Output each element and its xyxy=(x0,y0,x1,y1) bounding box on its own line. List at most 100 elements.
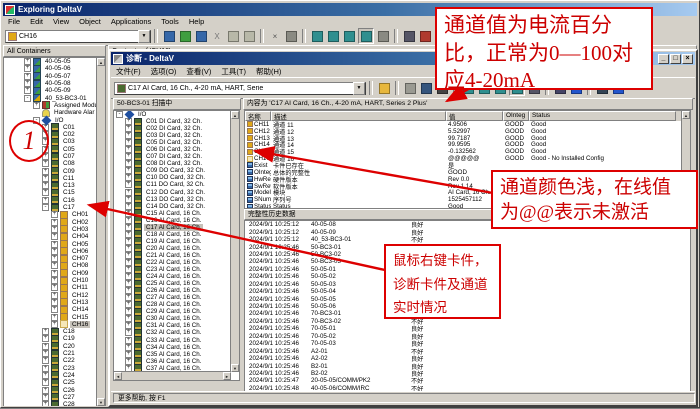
scroll-right-icon[interactable]: ► xyxy=(223,372,231,380)
expand-toggle[interactable]: + xyxy=(125,132,132,139)
expand-toggle[interactable]: + xyxy=(125,245,132,252)
column-header-0[interactable]: 名称 xyxy=(245,111,271,121)
expand-toggle[interactable]: + xyxy=(125,174,132,181)
print-icon[interactable] xyxy=(403,81,417,95)
toolbox-icon[interactable] xyxy=(418,29,432,43)
save-icon[interactable] xyxy=(419,81,433,95)
tree-item-C09[interactable]: +C09 DO Card, 32 Ch. xyxy=(114,167,231,174)
expand-toggle[interactable]: + xyxy=(51,241,58,248)
tree-item-Assigned[interactable]: +Assigned Modu xyxy=(4,102,97,109)
tree-item-CH10[interactable]: +CH10 xyxy=(4,277,97,284)
expand-toggle[interactable]: + xyxy=(51,292,58,299)
tree-item-C32[interactable]: +C32 AI Card, 16 Ch. xyxy=(114,329,231,336)
card-tree-hscrollbar[interactable]: ◄ ► xyxy=(114,371,231,380)
tree-item-C08[interactable]: +C08 DI Card, 32 Ch. xyxy=(114,160,231,167)
tree-item-C34[interactable]: +C34 AI Card, 16 Ch. xyxy=(114,344,231,351)
tree-item-Hardware[interactable]: Hardware Alar xyxy=(4,109,97,116)
expand-toggle[interactable]: + xyxy=(125,301,132,308)
expand-toggle[interactable]: - xyxy=(24,95,31,102)
tree-item-C06[interactable]: +C06 DI Card, 32 Ch. xyxy=(114,146,231,153)
expand-toggle[interactable]: + xyxy=(42,357,49,364)
tree-item-CH01[interactable]: +CH01 xyxy=(4,211,97,218)
menu-item[interactable]: File xyxy=(3,17,25,26)
copy-icon[interactable] xyxy=(226,29,240,43)
expand-toggle[interactable]: + xyxy=(125,294,132,301)
tree-item-C24[interactable]: +C24 AI Card, 16 Ch. xyxy=(114,273,231,280)
expand-toggle[interactable]: + xyxy=(125,266,132,273)
tree-item-C05[interactable]: +C05 DI Card, 32 Ch. xyxy=(114,139,231,146)
expand-toggle[interactable]: - xyxy=(116,111,123,118)
expand-toggle[interactable]: + xyxy=(51,226,58,233)
expand-toggle[interactable]: + xyxy=(51,233,58,240)
address-combo[interactable]: CH16 ▼ xyxy=(5,30,151,43)
expand-toggle[interactable]: + xyxy=(24,87,31,94)
expand-toggle[interactable]: + xyxy=(125,337,132,344)
expand-toggle[interactable]: + xyxy=(125,196,132,203)
tree-item-C26[interactable]: +C26 AI Card, 16 Ch. xyxy=(114,287,231,294)
expand-toggle[interactable]: + xyxy=(42,328,49,335)
scroll-up-icon[interactable]: ▲ xyxy=(231,111,239,119)
scroll-down-icon[interactable]: ▼ xyxy=(97,398,105,406)
tree-item-C03[interactable]: +C03 DI Card, 32 Ch. xyxy=(114,132,231,139)
expand-toggle[interactable]: + xyxy=(51,248,58,255)
tree-item-C23[interactable]: +C23 AI Card, 16 Ch. xyxy=(114,266,231,273)
menu-item[interactable]: 工具(T) xyxy=(216,66,251,77)
expand-toggle[interactable]: + xyxy=(125,315,132,322)
tree-item-C28[interactable]: +C28 AI Card, 16 Ch. xyxy=(114,301,231,308)
tree-item-C22[interactable]: +C22 AI Card, 16 Ch. xyxy=(114,259,231,266)
menu-item[interactable]: View xyxy=(48,17,74,26)
users-icon[interactable] xyxy=(178,29,192,43)
expand-toggle[interactable]: + xyxy=(51,277,58,284)
tree-item-C17[interactable]: +C17 AI Card, 16 Ch. xyxy=(114,224,231,231)
scroll-up-icon[interactable]: ▲ xyxy=(97,58,105,66)
tree-scrollbar[interactable]: ▲ ▼ xyxy=(96,58,105,406)
expand-toggle[interactable]: + xyxy=(125,322,132,329)
tree-item-C31[interactable]: +C31 AI Card, 16 Ch. xyxy=(114,322,231,329)
expand-toggle[interactable]: + xyxy=(125,308,132,315)
expand-toggle[interactable]: + xyxy=(42,175,49,182)
expand-toggle[interactable]: + xyxy=(125,273,132,280)
expand-toggle[interactable]: + xyxy=(51,262,58,269)
view-list-icon[interactable] xyxy=(342,29,356,43)
tree-item-C21[interactable]: +C21 AI Card, 16 Ch. xyxy=(114,252,231,259)
tree-item-C10[interactable]: +C10 DO Card, 32 Ch. xyxy=(114,174,231,181)
tree-item-C13[interactable]: +C13 DO Card, 32 Ch. xyxy=(114,196,231,203)
expand-toggle[interactable]: + xyxy=(125,358,132,365)
cut-icon[interactable]: X xyxy=(210,29,224,43)
tree-item-CH08[interactable]: +CH08 xyxy=(4,262,97,269)
tree-item-40-05-08[interactable]: +40-05-08 xyxy=(4,80,97,87)
tree-item-40-05-06[interactable]: +40-05-06 xyxy=(4,65,97,72)
tree-item-C27[interactable]: +C27 AI Card, 16 Ch. xyxy=(114,294,231,301)
view-large-icons[interactable] xyxy=(310,29,324,43)
tree-item-40_53-BC3-01[interactable]: -40_53-BC3-01 xyxy=(4,94,97,101)
tree-item-CH09[interactable]: +CH09 xyxy=(4,270,97,277)
expand-toggle[interactable]: + xyxy=(42,401,49,406)
expand-toggle[interactable]: + xyxy=(42,182,49,189)
menu-item[interactable]: Help xyxy=(184,17,209,26)
expand-toggle[interactable]: + xyxy=(51,211,58,218)
column-header-3[interactable]: OInteg xyxy=(503,111,529,121)
expand-toggle[interactable]: + xyxy=(24,58,31,65)
expand-toggle[interactable]: - xyxy=(42,204,49,211)
view-small-icons[interactable] xyxy=(326,29,340,43)
tree-item-CH12[interactable]: +CH12 xyxy=(4,292,97,299)
menu-item[interactable]: Edit xyxy=(25,17,48,26)
expand-toggle[interactable]: + xyxy=(42,394,49,401)
tree-item-CH05[interactable]: +CH05 xyxy=(4,240,97,247)
expand-toggle[interactable]: + xyxy=(125,153,132,160)
menu-item[interactable]: Tools xyxy=(156,17,184,26)
expand-toggle[interactable]: + xyxy=(125,280,132,287)
column-header-2[interactable]: 值 xyxy=(446,111,503,121)
user-pair-icon[interactable] xyxy=(194,29,208,43)
user-icon[interactable] xyxy=(162,29,176,43)
card-tree-scrollbar[interactable]: ▲ ▼ xyxy=(230,111,239,372)
expand-toggle[interactable]: + xyxy=(125,231,132,238)
expand-toggle[interactable]: + xyxy=(125,224,132,231)
tree-item-C20[interactable]: +C20 AI Card, 16 Ch. xyxy=(114,245,231,252)
expand-toggle[interactable]: + xyxy=(125,210,132,217)
expand-toggle[interactable]: + xyxy=(125,217,132,224)
expand-toggle[interactable]: + xyxy=(125,139,132,146)
tree-item-40-05-05[interactable]: +40-05-05 xyxy=(4,58,97,65)
expand-toggle[interactable]: + xyxy=(42,372,49,379)
delete-icon[interactable]: × xyxy=(268,29,282,43)
